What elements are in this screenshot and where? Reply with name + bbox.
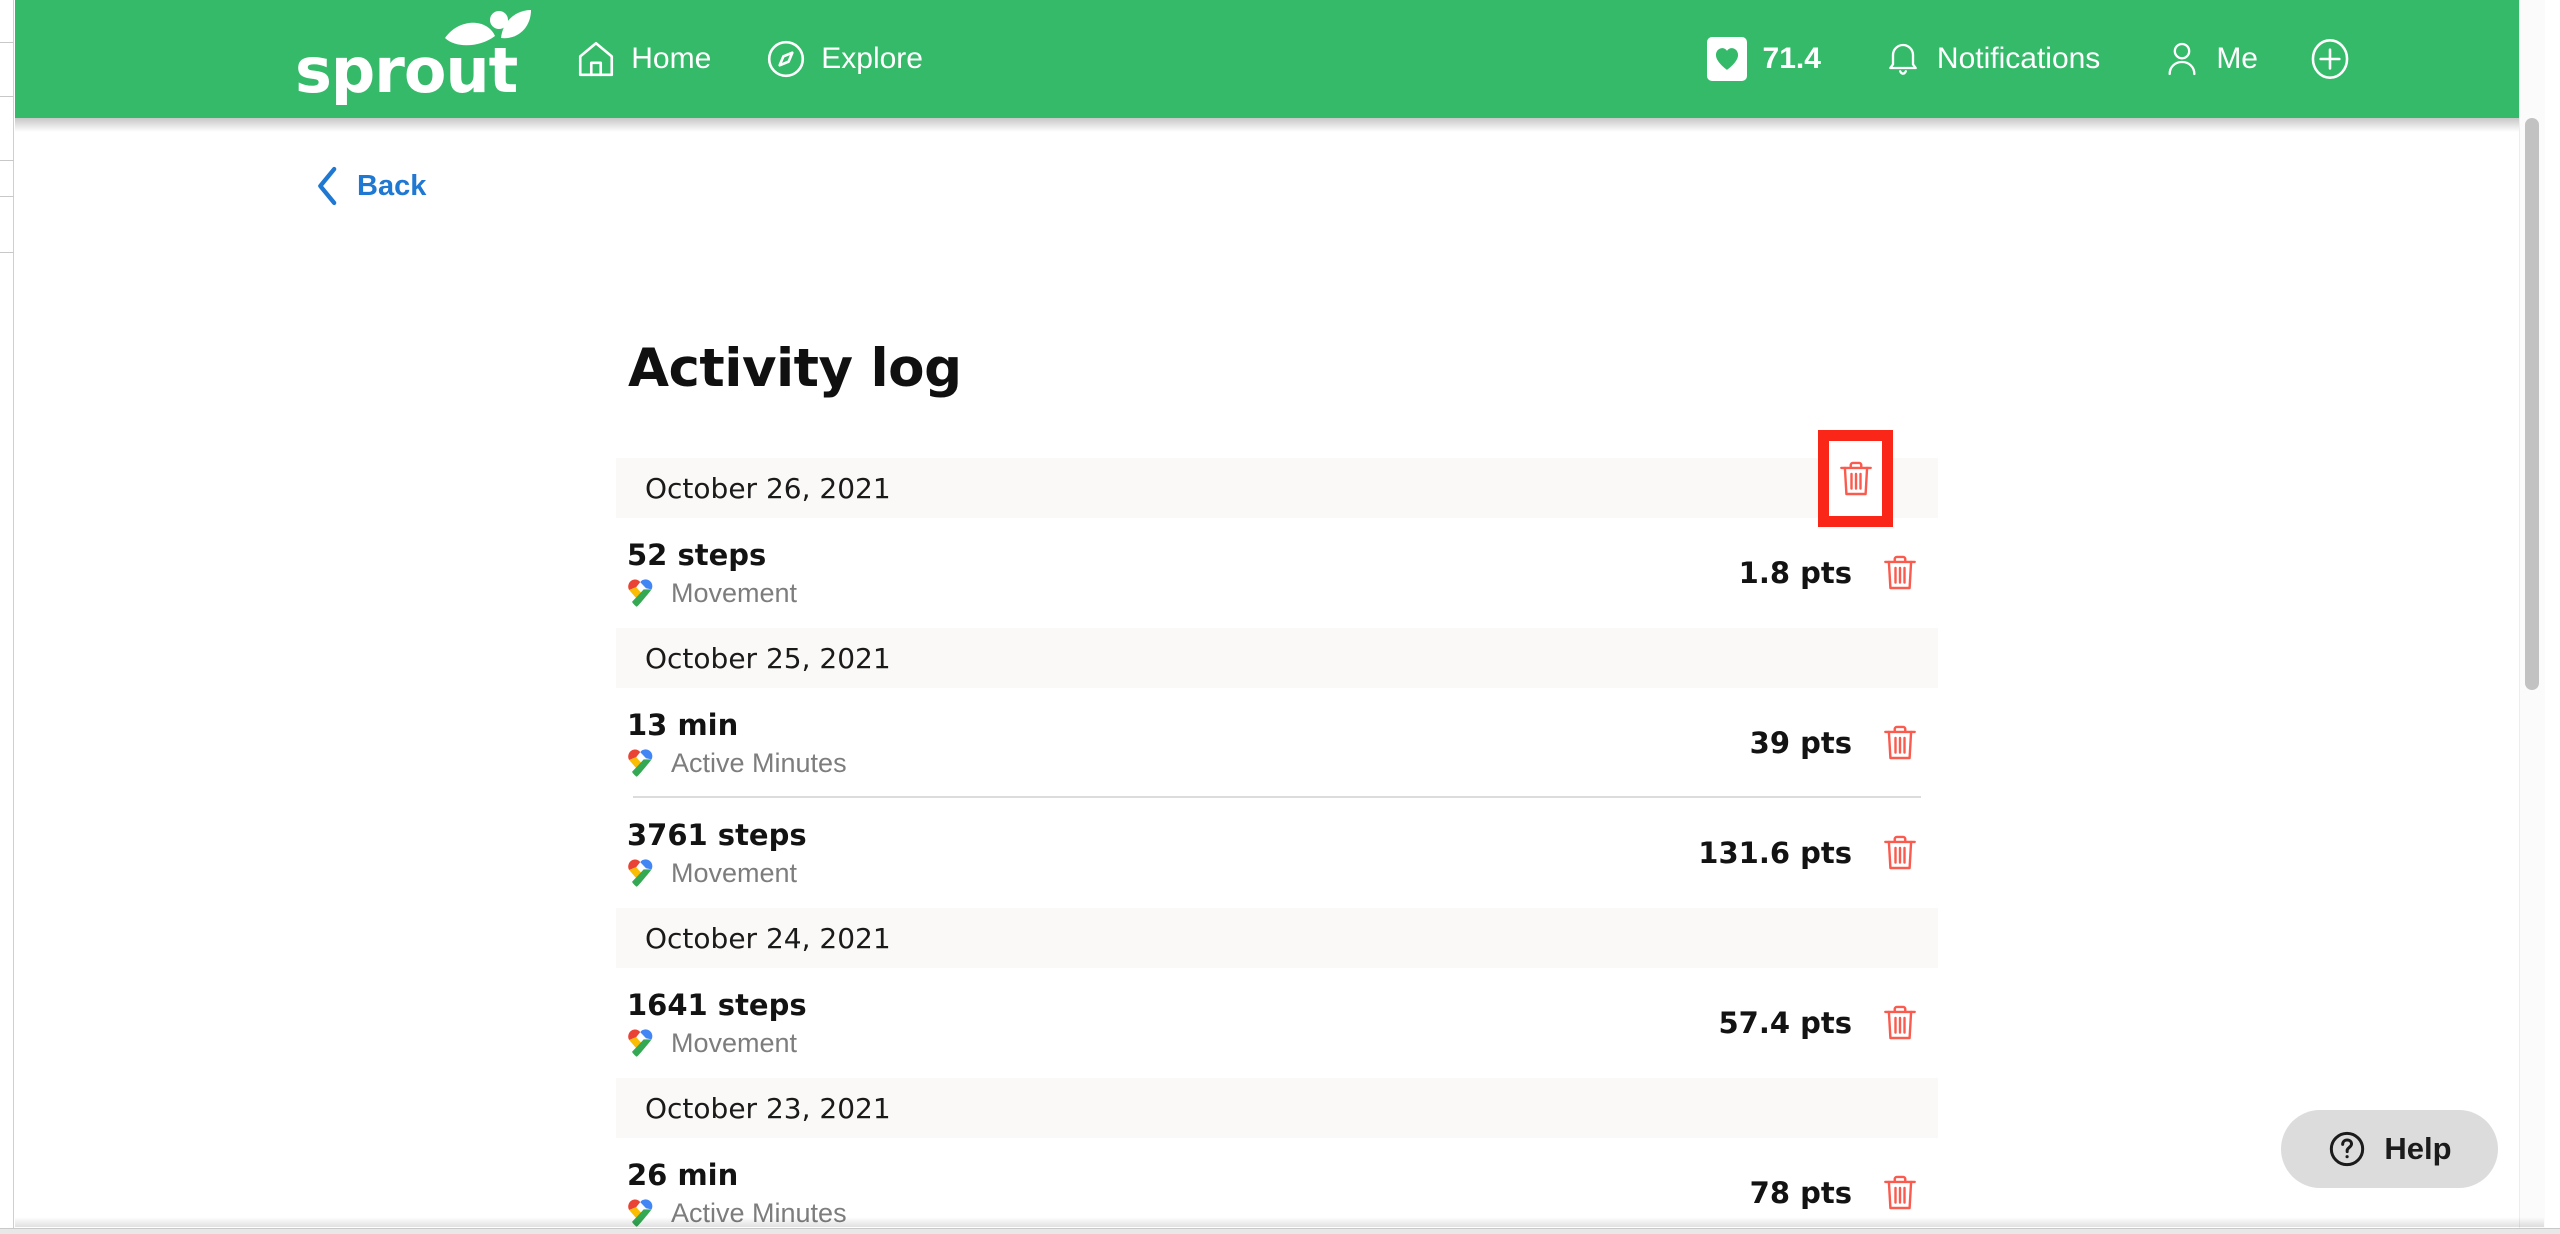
heart-shape bbox=[1715, 48, 1738, 70]
date-header: October 25, 2021 bbox=[616, 628, 1938, 688]
home-icon bbox=[579, 41, 614, 77]
nav-item-explore-label: Explore bbox=[821, 42, 923, 75]
page-title: Activity log bbox=[628, 338, 962, 399]
sprout-logo[interactable]: sprout bbox=[295, 10, 532, 102]
activity-points: 1.8 pts bbox=[1738, 556, 1852, 590]
heart-badge-icon bbox=[1706, 37, 1747, 81]
google-fit-heart-icon bbox=[628, 749, 653, 777]
bell-icon bbox=[1889, 43, 1917, 75]
page-content: Back Activity log October 26, 2021 52 ste… bbox=[15, 118, 2544, 1228]
activity-log-list: October 26, 2021 52 steps Movement 1.8 pts O… bbox=[616, 458, 1938, 1228]
activity-source: Active Minutes bbox=[627, 1198, 1750, 1229]
trash-icon bbox=[1884, 1005, 1916, 1040]
plus-circle-icon bbox=[2311, 39, 2349, 79]
google-fit-heart-icon bbox=[628, 1029, 653, 1057]
trash-icon bbox=[1884, 1175, 1916, 1210]
activity-amount: 26 min bbox=[627, 1157, 739, 1192]
trash-icon bbox=[1884, 555, 1916, 590]
activity-log-row: 1641 steps Movement 57.4 pts bbox=[616, 968, 1938, 1078]
activity-amount: 13 min bbox=[627, 707, 739, 742]
activity-source-label: Active Minutes bbox=[671, 1197, 847, 1228]
activity-details: 26 min Active Minutes bbox=[627, 1158, 1750, 1229]
activity-points: 57.4 pts bbox=[1718, 1006, 1852, 1040]
delete-activity-button[interactable] bbox=[1876, 996, 1924, 1050]
browser-left-edge bbox=[0, 0, 14, 1234]
nav-item-home[interactable]: Home bbox=[561, 28, 725, 90]
compass-icon bbox=[768, 40, 805, 78]
activity-details: 1641 steps Movement bbox=[627, 988, 1718, 1059]
google-fit-heart-icon bbox=[628, 579, 653, 607]
date-header-label: October 25, 2021 bbox=[645, 641, 891, 675]
trash-icon bbox=[1839, 461, 1872, 495]
score-chip[interactable]: 71.4 bbox=[1689, 27, 1839, 91]
activity-details: 52 steps Movement bbox=[627, 538, 1739, 609]
activity-details: 13 min Active Minutes bbox=[627, 708, 1750, 779]
date-header-label: October 26, 2021 bbox=[645, 471, 891, 505]
back-link[interactable]: Back bbox=[315, 166, 426, 206]
browser-viewport: sprout Home Explore 71.4 Notifications M… bbox=[0, 0, 2560, 1234]
activity-amount: 1641 steps bbox=[627, 987, 807, 1022]
activity-log-row: 13 min Active Minutes 39 pts bbox=[616, 688, 1938, 798]
activity-row-actions: 131.6 pts bbox=[1698, 826, 1924, 880]
activity-amount: 52 steps bbox=[627, 537, 767, 572]
activity-points: 39 pts bbox=[1749, 726, 1852, 760]
activity-log-row: 52 steps Movement 1.8 pts bbox=[616, 518, 1938, 628]
nav-item-me[interactable]: Me bbox=[2148, 28, 2272, 90]
activity-source-label: Movement bbox=[671, 1027, 798, 1058]
activity-source-label: Active Minutes bbox=[671, 747, 847, 778]
help-button[interactable]: Help bbox=[2281, 1110, 2498, 1188]
google-fit-heart-icon bbox=[628, 1199, 653, 1227]
delete-activity-button[interactable] bbox=[1876, 716, 1924, 770]
top-navigation-bar: sprout Home Explore 71.4 Notifications M… bbox=[15, 0, 2544, 132]
trash-icon bbox=[1884, 725, 1916, 760]
nav-item-explore[interactable]: Explore bbox=[751, 28, 937, 90]
activity-details: 3761 steps Movement bbox=[627, 818, 1698, 889]
nav-left-group: sprout Home Explore bbox=[295, 10, 937, 102]
nav-right-group: 71.4 Notifications Me bbox=[1689, 27, 2366, 91]
activity-source-label: Movement bbox=[671, 857, 798, 888]
activity-source: Movement bbox=[627, 578, 1739, 609]
activity-amount: 3761 steps bbox=[627, 817, 807, 852]
score-value: 71.4 bbox=[1762, 42, 1821, 75]
google-fit-heart-icon bbox=[628, 859, 653, 887]
nav-item-notifications-label: Notifications bbox=[1936, 42, 2101, 75]
date-header: October 23, 2021 bbox=[616, 1078, 1938, 1138]
delete-activity-button[interactable] bbox=[1876, 826, 1924, 880]
help-label: Help bbox=[2384, 1131, 2452, 1166]
date-header: October 26, 2021 bbox=[616, 458, 1938, 518]
date-header: October 24, 2021 bbox=[616, 908, 1938, 968]
nav-item-notifications[interactable]: Notifications bbox=[1869, 28, 2114, 90]
activity-row-actions: 57.4 pts bbox=[1718, 996, 1924, 1050]
activity-row-actions: 39 pts bbox=[1750, 716, 1924, 770]
trash-icon bbox=[1884, 835, 1916, 870]
question-circle-icon bbox=[2330, 1131, 2365, 1167]
activity-source: Active Minutes bbox=[627, 748, 1750, 779]
sprout-leaf-logo-icon bbox=[445, 10, 532, 46]
delete-activity-button[interactable] bbox=[1876, 546, 1924, 600]
page-scrollbar-thumb[interactable] bbox=[2525, 118, 2539, 690]
activity-points: 78 pts bbox=[1749, 1176, 1852, 1210]
nav-item-me-label: Me bbox=[2216, 42, 2258, 75]
activity-row-actions: 78 pts bbox=[1750, 1166, 1924, 1220]
activity-source: Movement bbox=[627, 858, 1698, 889]
activity-row-actions: 1.8 pts bbox=[1739, 546, 1924, 600]
activity-source: Movement bbox=[627, 1028, 1718, 1059]
activity-log-row: 26 min Active Minutes 78 pts bbox=[616, 1138, 1938, 1228]
left-edge-ticks bbox=[0, 0, 14, 1234]
activity-log-row: 3761 steps Movement 131.6 pts bbox=[616, 798, 1938, 908]
browser-bottom-edge bbox=[0, 1228, 2560, 1234]
activity-source-label: Movement bbox=[671, 577, 798, 608]
nav-item-home-label: Home bbox=[631, 42, 712, 75]
date-header-label: October 23, 2021 bbox=[645, 1091, 891, 1125]
delete-button-highlight bbox=[1818, 430, 1893, 527]
activity-points: 131.6 pts bbox=[1698, 836, 1852, 870]
add-button[interactable] bbox=[2294, 27, 2366, 91]
date-header-label: October 24, 2021 bbox=[645, 921, 891, 955]
delete-activity-button[interactable] bbox=[1876, 1166, 1924, 1220]
user-icon bbox=[2168, 42, 2196, 76]
chevron-left-icon bbox=[318, 166, 337, 206]
back-label: Back bbox=[357, 169, 427, 202]
